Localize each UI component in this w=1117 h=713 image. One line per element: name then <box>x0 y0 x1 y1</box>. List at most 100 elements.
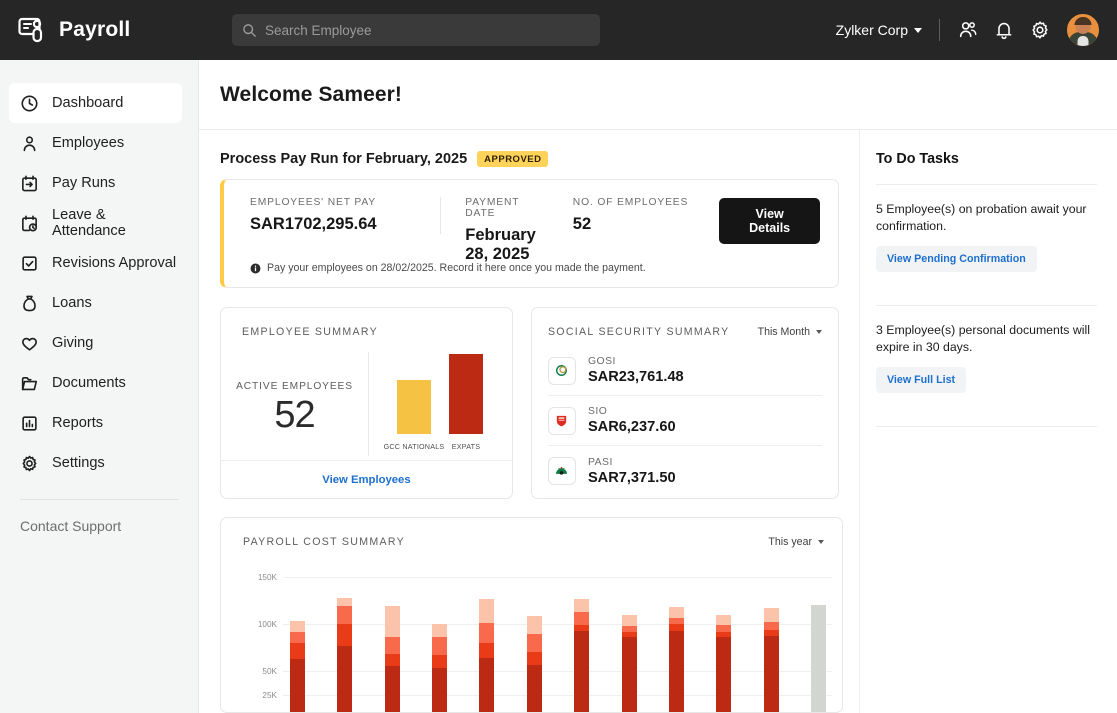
chart-y-tick-label: 150K <box>243 573 277 582</box>
chart-bar-segment <box>527 616 542 634</box>
status-badge: APPROVED <box>477 151 548 167</box>
view-employees-link[interactable]: View Employees <box>322 474 410 486</box>
avatar[interactable] <box>1065 12 1101 48</box>
sidebar-item-label: Dashboard <box>52 95 123 111</box>
sidebar-item-employees[interactable]: Employees <box>9 123 182 163</box>
chart-bars <box>290 568 826 713</box>
sidebar-nav: Dashboard EmployeesPay Runs Leave & Attend… <box>0 83 198 483</box>
bar-chart-icon <box>20 414 39 433</box>
social-security-row[interactable]: GOSI SAR23,761.48 <box>548 346 822 396</box>
chart-bar-column[interactable] <box>716 568 731 713</box>
net-pay-label: EMPLOYEES' NET PAY <box>250 197 420 208</box>
todo-action-button[interactable]: View Full List <box>876 367 966 393</box>
payroll-cost-period-selector[interactable]: This year <box>768 536 824 548</box>
chart-bar-column[interactable] <box>574 568 589 713</box>
pasi-logo-icon <box>548 457 576 485</box>
search-box[interactable] <box>232 14 600 46</box>
sidebar-divider <box>20 499 178 500</box>
social-security-name: GOSI <box>588 356 684 367</box>
social-security-row[interactable]: PASI SAR7,371.50 <box>548 446 822 496</box>
sidebar-item-contact-support[interactable]: Contact Support <box>20 518 198 534</box>
chart-bar-segment <box>337 598 352 606</box>
todo-list: 5 Employee(s) on probation await your co… <box>876 184 1097 427</box>
calendar-arrow-icon <box>20 174 39 193</box>
chart-bar-column[interactable] <box>622 568 637 713</box>
chart-bar-segment <box>385 666 400 713</box>
sidebar: Dashboard EmployeesPay Runs Leave & Attend… <box>0 60 199 713</box>
chart-bar-segment <box>622 615 637 626</box>
chart-bar-segment <box>811 605 826 713</box>
sidebar-item-label: Documents <box>52 375 126 391</box>
chart-bar-segment <box>432 624 447 637</box>
chart-bar-column[interactable] <box>764 568 779 713</box>
sidebar-item-label: Leave & Attendance <box>52 207 182 239</box>
chart-y-tick-label: 25K <box>243 691 277 700</box>
chart-bar-segment <box>290 643 305 659</box>
gosi-logo-icon <box>548 357 576 385</box>
sidebar-item-documents[interactable]: Documents <box>9 363 182 403</box>
social-security-period-selector[interactable]: This Month <box>758 326 822 338</box>
calendar-clock-icon <box>20 214 39 233</box>
chart-bar-column[interactable] <box>669 568 684 713</box>
employee-summary-chart: GCC NATIONALSEXPATS <box>369 352 512 456</box>
heart-icon <box>20 334 39 353</box>
chart-bar-column[interactable] <box>290 568 305 713</box>
social-security-list: GOSI SAR23,761.48 SIO SAR6,237.60 PASI S… <box>548 346 822 496</box>
chart-bar-segment <box>432 637 447 655</box>
chart-bar-column[interactable] <box>479 568 494 713</box>
payroll-cost-header: PAYROLL COST SUMMARY This year <box>221 518 842 548</box>
active-employees-label: ACTIVE EMPLOYEES <box>221 381 368 392</box>
todo-panel: To Do Tasks 5 Employee(s) on probation a… <box>859 130 1117 713</box>
employee-count-label: NO. OF EMPLOYEES <box>573 197 699 208</box>
sidebar-item-label: Giving <box>52 335 93 351</box>
chart-bar-segment <box>669 631 684 713</box>
checkbox-icon <box>20 254 39 273</box>
main-left-column: Process Pay Run for February, 2025 APPRO… <box>199 130 859 713</box>
chart-bar-column[interactable] <box>527 568 542 713</box>
bell-icon[interactable] <box>993 19 1015 41</box>
payroll-cost-period-label: This year <box>768 536 812 548</box>
gear-icon[interactable] <box>1029 19 1051 41</box>
net-pay-value: SAR1702,295.64 <box>250 215 420 234</box>
users-icon[interactable] <box>957 19 979 41</box>
chart-bar-segment <box>574 612 589 625</box>
payrun-header: Process Pay Run for February, 2025 APPRO… <box>220 151 839 167</box>
todo-action-button[interactable]: View Pending Confirmation <box>876 246 1037 272</box>
chevron-down-icon <box>816 330 822 334</box>
chart-bar-segment <box>764 622 779 630</box>
sidebar-item-dashboard[interactable]: Dashboard <box>9 83 182 123</box>
active-employees-count: 52 <box>221 394 368 437</box>
search-input[interactable] <box>265 23 590 38</box>
org-label: Zylker Corp <box>836 22 908 38</box>
todo-item: 5 Employee(s) on probation await your co… <box>876 184 1097 288</box>
chart-bar-segment <box>432 668 447 713</box>
social-security-header: SOCIAL SECURITY SUMMARY This Month <box>548 308 822 338</box>
social-security-row[interactable]: SIO SAR6,237.60 <box>548 396 822 446</box>
chart-bar-column[interactable] <box>385 568 400 713</box>
chart-bar-segment <box>432 655 447 668</box>
sidebar-item-reports[interactable]: Reports <box>9 403 182 443</box>
chevron-down-icon <box>914 28 922 33</box>
chart-bar-column[interactable] <box>432 568 447 713</box>
chart-bar-segment <box>385 637 400 654</box>
chart-bar-segment <box>479 643 494 658</box>
view-details-button[interactable]: View Details <box>719 198 820 244</box>
gear-icon <box>20 454 39 473</box>
sidebar-item-label: Revisions Approval <box>52 255 176 271</box>
sidebar-item-label: Reports <box>52 415 103 431</box>
sidebar-item-revisions-approval[interactable]: Revisions Approval <box>9 243 182 283</box>
sidebar-item-label: Settings <box>52 455 105 471</box>
chart-y-tick-label: 50K <box>243 667 277 676</box>
chart-bar-column[interactable] <box>337 568 352 713</box>
employee-bar-label: EXPATS <box>435 442 497 451</box>
sidebar-item-settings[interactable]: Settings <box>9 443 182 483</box>
org-selector[interactable]: Zylker Corp <box>836 22 922 38</box>
sidebar-item-leave-attendance[interactable]: Leave & Attendance <box>9 203 182 243</box>
sidebar-item-loans[interactable]: Loans <box>9 283 182 323</box>
top-bar-actions: Zylker Corp <box>836 12 1101 48</box>
sidebar-item-giving[interactable]: Giving <box>9 323 182 363</box>
main-content: Welcome Sameer! Process Pay Run for Febr… <box>199 60 1117 713</box>
sidebar-item-pay-runs[interactable]: Pay Runs <box>9 163 182 203</box>
chart-bar-segment <box>716 615 731 625</box>
chart-bar-column[interactable] <box>811 568 826 713</box>
